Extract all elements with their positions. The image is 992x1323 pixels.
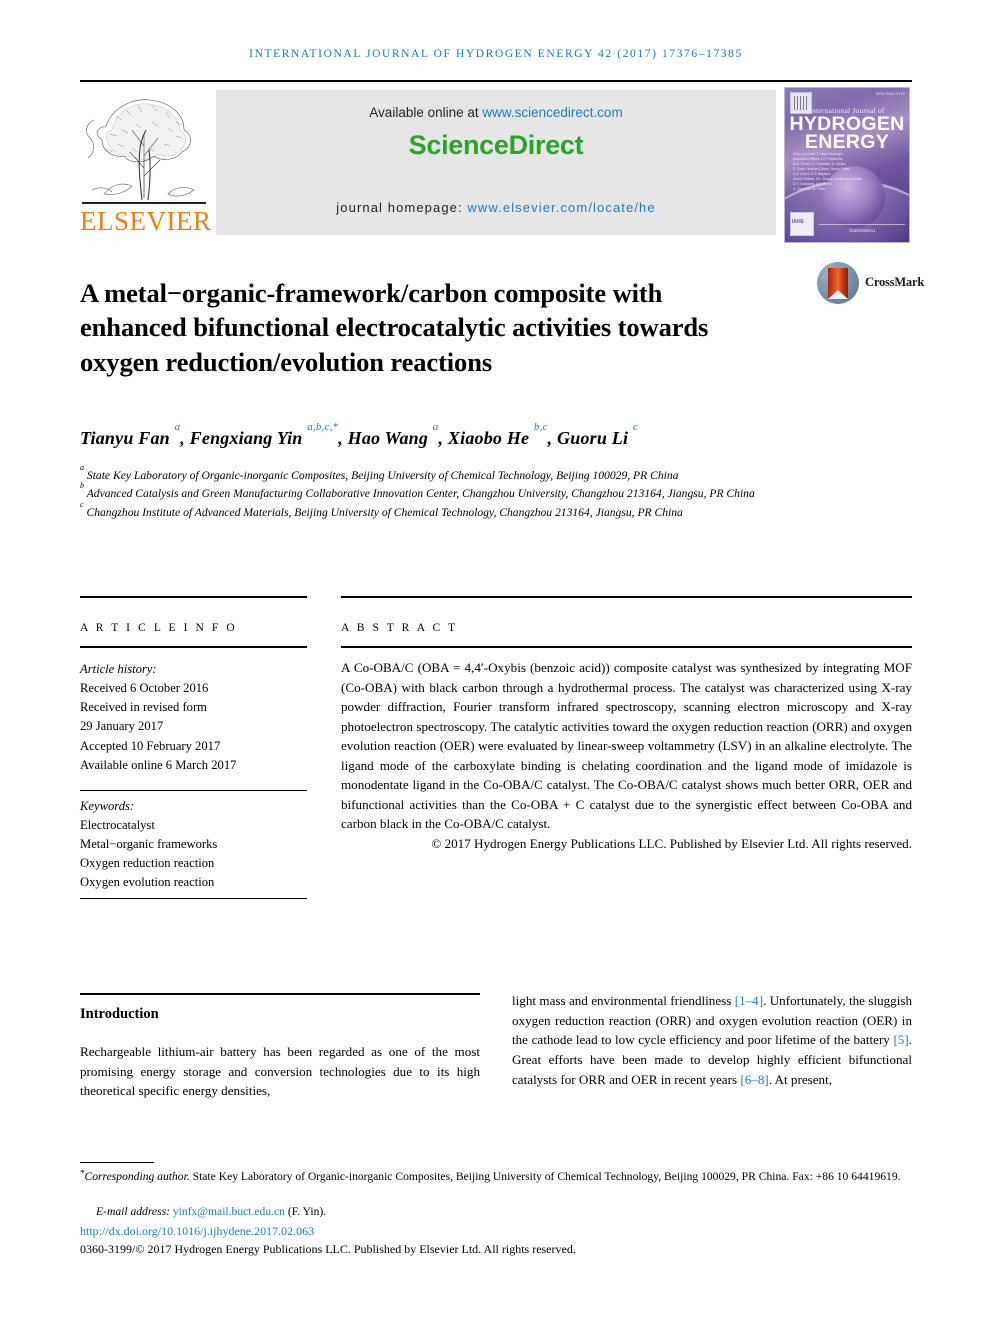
elsevier-tree-icon bbox=[82, 86, 206, 204]
article-history-item: Received 6 October 2016 bbox=[80, 681, 209, 696]
article-history-item: 29 January 2017 bbox=[80, 719, 164, 734]
introduction-top-rule bbox=[80, 993, 480, 995]
abstract-copyright: © 2017 Hydrogen Energy Publications LLC.… bbox=[431, 835, 912, 851]
corresponding-author-address: State Key Laboratory of Organic-inorgani… bbox=[189, 1170, 901, 1183]
author-affiliation-marker: a bbox=[174, 421, 181, 434]
cover-title-line2: ENERGY bbox=[804, 131, 890, 153]
affiliation-marker: b bbox=[80, 481, 84, 491]
reference-link[interactable]: [1–4] bbox=[735, 993, 763, 1008]
abstract-sub-rule bbox=[341, 646, 912, 648]
sciencedirect-banner: Available online at www.sciencedirect.co… bbox=[216, 90, 776, 235]
journal-masthead: ELSEVIER Available online at www.science… bbox=[80, 80, 912, 243]
journal-homepage-line: journal homepage: www.elsevier.com/locat… bbox=[216, 200, 776, 215]
affiliation-item: a State Key Laboratory of Organic-inorga… bbox=[80, 462, 679, 482]
keyword-item: Electrocatalyst bbox=[80, 817, 155, 832]
abstract-heading: A B S T R A C T bbox=[341, 622, 458, 634]
cover-editor-line: A. Ozarslan, B. Pollet bbox=[793, 186, 826, 191]
article-history-item: Received in revised form bbox=[80, 700, 207, 715]
doi-link[interactable]: http://dx.doi.org/10.1016/j.ijhydene.201… bbox=[80, 1224, 314, 1239]
abstract-column: A Co-OBA/C (OBA = 4,4′-Oxybis (benzoic a… bbox=[341, 658, 912, 853]
abstract-top-rule bbox=[341, 596, 912, 598]
section-heading-introduction: Introduction bbox=[80, 1006, 159, 1022]
author-name: Guoru Li bbox=[557, 428, 633, 448]
affiliation-item: c Changzhou Institute of Advanced Materi… bbox=[80, 499, 683, 519]
footnote-rule bbox=[80, 1162, 154, 1163]
keyword-item: Metal−organic frameworks bbox=[80, 837, 218, 852]
article-info-heading: A R T I C L E I N F O bbox=[80, 622, 238, 634]
affiliation-item: b Advanced Catalysis and Green Manufactu… bbox=[80, 481, 755, 501]
journal-cover-thumbnail: ISSN 0360-3199 International Journal of … bbox=[784, 87, 910, 243]
article-history-item: Available online 6 March 2017 bbox=[80, 757, 237, 772]
article-first-page: International Journal of Hydrogen Energy… bbox=[0, 0, 992, 1323]
intro-paragraph-right: light mass and environmental friendlines… bbox=[512, 993, 912, 1087]
author-affiliation-marker: b,c bbox=[533, 421, 548, 434]
sciencedirect-link[interactable]: www.sciencedirect.com bbox=[482, 105, 622, 120]
body-column-right: light mass and environmental friendlines… bbox=[512, 991, 912, 1089]
article-info-column: Article history: Received 6 October 2016… bbox=[80, 660, 310, 893]
cover-editor-list: Editor-in-Chief: T. Nejat Veziroglu Assoc… bbox=[793, 152, 901, 192]
affiliation-marker: c bbox=[80, 499, 84, 509]
issn-copyright-line: 0360-3199/© 2017 Hydrogen Energy Publica… bbox=[80, 1242, 576, 1256]
journal-homepage-label: journal homepage: bbox=[336, 200, 468, 215]
crossmark-label: CrossMark bbox=[865, 275, 925, 289]
article-info-sub-rule bbox=[80, 646, 307, 648]
email-address-owner: (F. Yin). bbox=[287, 1205, 327, 1218]
cover-issn: ISSN 0360-3199 bbox=[875, 92, 905, 96]
author-list: Tianyu Fan a, Fengxiang Yin a,b,c,*, Hao… bbox=[80, 421, 638, 448]
author-name: Tianyu Fan bbox=[80, 428, 175, 448]
reference-link[interactable]: [6–8] bbox=[740, 1072, 768, 1087]
available-online-text: Available online at bbox=[369, 105, 483, 120]
keywords-block: Keywords: Electrocatalyst Metal−organic f… bbox=[80, 797, 310, 893]
elsevier-logo-baseline bbox=[82, 202, 206, 204]
body-column-left: Rechargeable lithium-air battery has bee… bbox=[80, 1042, 480, 1101]
cover-footer-text: ScienceDirect bbox=[819, 224, 905, 233]
article-info-bottom-rule bbox=[80, 898, 307, 899]
running-head: International Journal of Hydrogen Energy… bbox=[249, 48, 743, 60]
abstract-body: A Co-OBA/C (OBA = 4,4′-Oxybis (benzoic a… bbox=[341, 660, 912, 831]
article-history-label: Article history: bbox=[80, 662, 157, 676]
corresponding-author-label: Corresponding author. bbox=[84, 1170, 190, 1183]
affiliation-marker: a bbox=[80, 462, 84, 472]
author-affiliation-marker: c bbox=[632, 421, 638, 434]
article-history-list: Received 6 October 2016 Received in revis… bbox=[80, 679, 310, 775]
email-address-label: E-mail address: bbox=[96, 1205, 170, 1218]
corresponding-author-note: *Corresponding author. State Key Laborat… bbox=[80, 1168, 912, 1185]
article-info-mid-rule bbox=[80, 790, 307, 791]
crossmark-logo[interactable]: CrossMark bbox=[817, 262, 924, 304]
keywords-list: Electrocatalyst Metal−organic frameworks O… bbox=[80, 816, 310, 893]
author-name: Fengxiang Yin bbox=[189, 428, 308, 448]
keyword-item: Oxygen reduction reaction bbox=[80, 856, 215, 871]
intro-paragraph-left: Rechargeable lithium-air battery has bee… bbox=[80, 1044, 480, 1099]
sciencedirect-wordmark: ScienceDirect bbox=[408, 130, 584, 160]
elsevier-logo: ELSEVIER bbox=[80, 86, 212, 238]
email-address-line: E-mail address: yinfx@mail.buct.edu.cn (… bbox=[80, 1205, 912, 1218]
author-affiliation-marker: a bbox=[432, 421, 439, 434]
author-name: Xiaobo He bbox=[447, 428, 534, 448]
journal-homepage-link[interactable]: www.elsevier.com/locate/he bbox=[467, 200, 655, 215]
article-history-item: Accepted 10 February 2017 bbox=[80, 738, 221, 753]
page-title: A metal−organic-framework/carbon composi… bbox=[80, 277, 709, 377]
crossmark-circle-icon bbox=[817, 262, 859, 304]
email-address-link[interactable]: yinfx@mail.buct.edu.cn bbox=[173, 1205, 285, 1218]
crossmark-book-icon bbox=[828, 268, 848, 299]
elsevier-wordmark: ELSEVIER bbox=[80, 206, 212, 236]
cover-iahe-badge-icon bbox=[790, 212, 814, 236]
keywords-label: Keywords: bbox=[80, 798, 135, 813]
author-name: Hao Wang bbox=[347, 428, 433, 448]
reference-link[interactable]: [5] bbox=[893, 1032, 908, 1047]
author-affiliation-marker: a,b,c,* bbox=[307, 421, 339, 434]
article-info-top-rule bbox=[80, 596, 307, 598]
affiliation-list: a State Key Laboratory of Organic-inorga… bbox=[80, 462, 840, 521]
corresponding-author-marker: * bbox=[80, 1168, 85, 1179]
available-online-line: Available online at www.sciencedirect.co… bbox=[216, 105, 776, 120]
keyword-item: Oxygen evolution reaction bbox=[80, 875, 215, 890]
